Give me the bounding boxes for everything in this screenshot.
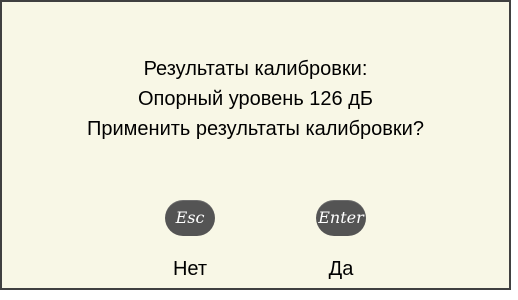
message-line-2: Опорный уровень 126 дБ [137, 88, 374, 110]
esc-key-label: Esc [175, 208, 205, 227]
dialog-message: Результаты калибровки: Опорный уровень 1… [2, 54, 509, 144]
calibration-dialog: Результаты калибровки: Опорный уровень 1… [0, 0, 511, 290]
enter-key-button[interactable]: Enter [316, 200, 366, 236]
yes-label: Да [328, 258, 354, 280]
enter-key-label: Enter [318, 208, 364, 227]
no-label: Нет [172, 258, 208, 280]
esc-key-button[interactable]: Esc [165, 200, 215, 236]
message-line-1: Результаты калибровки: [143, 58, 368, 80]
message-line-3: Применить результаты калибровки? [87, 118, 424, 140]
